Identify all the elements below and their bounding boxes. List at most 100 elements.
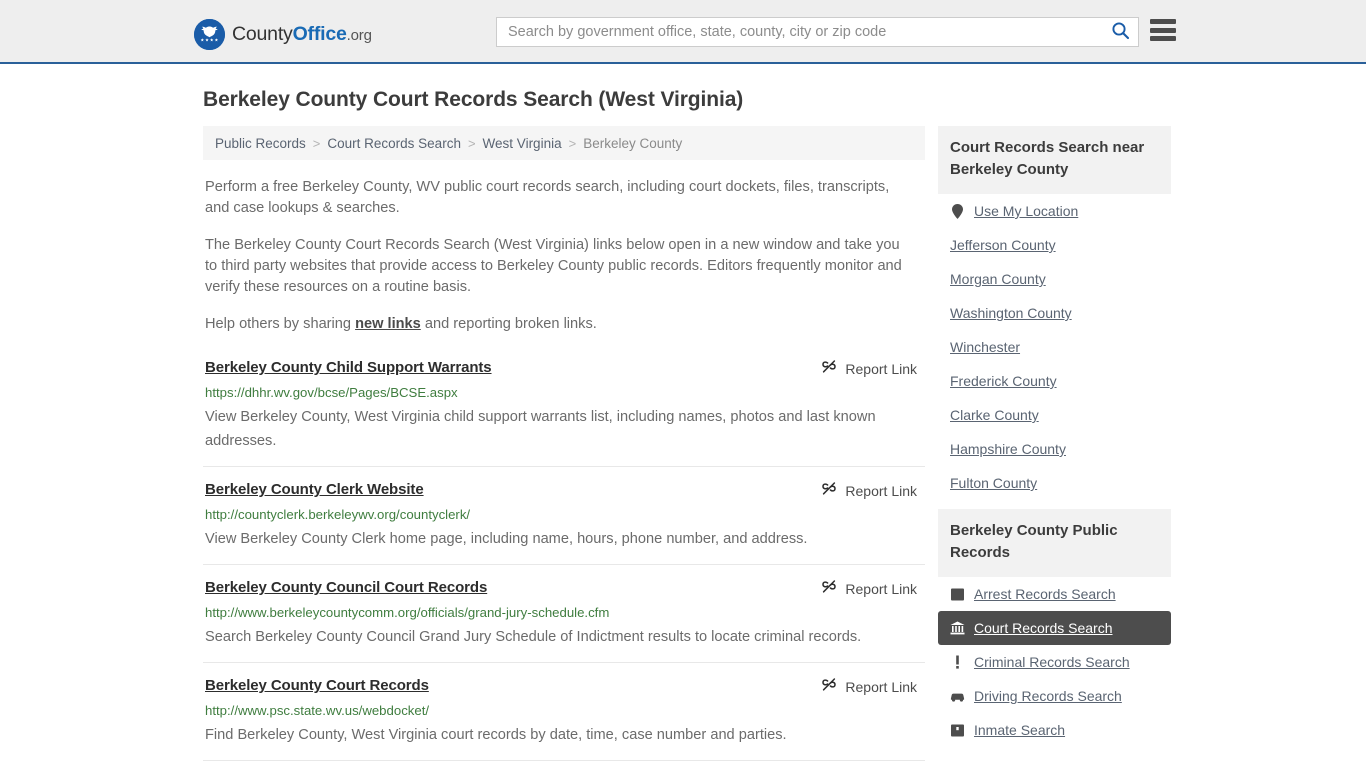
report-link-button[interactable]: Report Link: [821, 359, 917, 378]
intro-p3-after: and reporting broken links.: [420, 316, 597, 332]
breadcrumb-separator: >: [467, 135, 476, 151]
map-pin-icon: [950, 203, 965, 219]
fingerprint-square-icon: [950, 587, 965, 602]
breadcrumb-separator: >: [568, 135, 577, 151]
report-link-button[interactable]: Report Link: [821, 677, 917, 696]
hamburger-menu-icon[interactable]: [1150, 19, 1176, 41]
public-records-panel: Berkeley County Public Records Arrest Re…: [938, 509, 1171, 747]
broken-link-icon: [821, 677, 837, 696]
result-description: View Berkeley County Clerk home page, in…: [205, 531, 808, 547]
intro-text: Perform a free Berkeley County, WV publi…: [203, 177, 925, 335]
result-item: Berkeley County Child Support Warrants R…: [203, 358, 925, 467]
sidebar-item-criminal-records-search[interactable]: Criminal Records Search: [938, 645, 1171, 679]
list-item: Arrest Records Search: [938, 577, 1171, 611]
breadcrumb-item-berkeley-county: Berkeley County: [583, 135, 683, 151]
sidebar-item-clarke-county[interactable]: Clarke County: [938, 398, 1171, 432]
brand-wordmark: CountyOffice.org: [232, 23, 372, 46]
list-item: Washington County: [938, 296, 1171, 330]
report-link-label: Report Link: [845, 580, 917, 597]
search-button[interactable]: [1102, 18, 1138, 46]
sidebar-item-label: Driving Records Search: [974, 688, 1122, 704]
intro-paragraph-1: Perform a free Berkeley County, WV publi…: [205, 179, 890, 216]
breadcrumb-item-public-records[interactable]: Public Records: [215, 136, 306, 151]
sidebar-item-inmate-search[interactable]: Inmate Search: [938, 713, 1171, 747]
result-description: Find Berkeley County, West Virginia cour…: [205, 727, 787, 743]
sidebar-item-label: Hampshire County: [950, 441, 1066, 457]
list-item: Inmate Search: [938, 713, 1171, 747]
report-link-label: Report Link: [845, 482, 917, 499]
use-my-location-label: Use My Location: [974, 203, 1079, 219]
result-url[interactable]: https://dhhr.wv.gov/bcse/Pages/BCSE.aspx: [205, 385, 923, 401]
result-title-link[interactable]: Berkeley County Council Court Records: [205, 578, 487, 597]
brand-part-office: Office: [292, 23, 347, 45]
list-item: Driving Records Search: [938, 679, 1171, 713]
sidebar-item-court-records-search[interactable]: Court Records Search: [938, 611, 1171, 645]
sidebar-item-arrest-records-search[interactable]: Arrest Records Search: [938, 577, 1171, 611]
result-title-link[interactable]: Berkeley County Clerk Website: [205, 480, 424, 499]
list-item: Clarke County: [938, 398, 1171, 432]
sidebar-item-washington-county[interactable]: Washington County: [938, 296, 1171, 330]
intro-paragraph-2: The Berkeley County Court Records Search…: [205, 237, 902, 295]
sidebar-item-label: Inmate Search: [974, 722, 1066, 738]
sidebar-item-fulton-county[interactable]: Fulton County: [938, 466, 1171, 500]
result-description: Search Berkeley County Council Grand Jur…: [205, 629, 862, 645]
exclamation-icon: [950, 655, 965, 670]
courthouse-icon: [950, 621, 965, 636]
result-url[interactable]: http://countyclerk.berkeleywv.org/county…: [205, 507, 923, 523]
site-header: CountyOffice.org: [0, 0, 1366, 64]
broken-link-icon: [821, 359, 837, 378]
site-logo[interactable]: CountyOffice.org: [194, 19, 372, 50]
sidebar-item-label: Clarke County: [950, 407, 1039, 423]
breadcrumb-item-court-records-search[interactable]: Court Records Search: [327, 136, 461, 151]
inmate-icon: [950, 723, 965, 738]
sidebar-item-jefferson-county[interactable]: Jefferson County: [938, 228, 1171, 262]
list-item: Morgan County: [938, 262, 1171, 296]
broken-link-icon: [821, 481, 837, 500]
sidebar-item-label: Morgan County: [950, 271, 1046, 287]
result-description: View Berkeley County, West Virginia chil…: [205, 409, 876, 449]
report-link-button[interactable]: Report Link: [821, 579, 917, 598]
nearby-searches-panel: Court Records Search near Berkeley Count…: [938, 126, 1171, 500]
sidebar-item-driving-records-search[interactable]: Driving Records Search: [938, 679, 1171, 713]
sidebar-item-hampshire-county[interactable]: Hampshire County: [938, 432, 1171, 466]
list-item: Court Records Search: [938, 611, 1171, 645]
list-item: Hampshire County: [938, 432, 1171, 466]
main-content: Public Records > Court Records Search > …: [203, 126, 925, 768]
brand-part-county: County: [232, 23, 293, 45]
car-icon: [950, 689, 965, 704]
new-links-link[interactable]: new links: [355, 316, 421, 332]
result-title-link[interactable]: Berkeley County Child Support Warrants: [205, 358, 492, 377]
sidebar-item-label: Washington County: [950, 305, 1072, 321]
breadcrumb: Public Records > Court Records Search > …: [203, 126, 925, 160]
breadcrumb-item-west-virginia[interactable]: West Virginia: [483, 136, 562, 151]
eagle-stars-logo-icon: [194, 19, 225, 50]
sidebar: Court Records Search near Berkeley Count…: [938, 126, 1171, 756]
list-item: Frederick County: [938, 364, 1171, 398]
list-item: Winchester: [938, 330, 1171, 364]
result-item: Berkeley County Court Records Report Lin…: [203, 676, 925, 761]
sidebar-item-winchester[interactable]: Winchester: [938, 330, 1171, 364]
result-url[interactable]: http://www.psc.state.wv.us/webdocket/: [205, 703, 923, 719]
sidebar-item-frederick-county[interactable]: Frederick County: [938, 364, 1171, 398]
search-input[interactable]: [497, 18, 1102, 46]
list-item: Use My Location: [938, 194, 1171, 228]
sidebar-item-label: Winchester: [950, 339, 1021, 355]
public-records-heading: Berkeley County Public Records: [938, 509, 1171, 577]
list-item: Jefferson County: [938, 228, 1171, 262]
sidebar-item-morgan-county[interactable]: Morgan County: [938, 262, 1171, 296]
intro-p3-before: Help others by sharing: [205, 316, 356, 332]
sidebar-item-label: Arrest Records Search: [974, 586, 1116, 602]
sidebar-item-label: Court Records Search: [974, 620, 1113, 636]
sidebar-item-label: Frederick County: [950, 373, 1057, 389]
page-title: Berkeley County Court Records Search (We…: [203, 88, 744, 111]
public-records-list: Arrest Records Search Court Records Sear…: [938, 577, 1171, 747]
report-link-button[interactable]: Report Link: [821, 481, 917, 500]
search-icon: [1111, 21, 1130, 43]
list-item: Fulton County: [938, 466, 1171, 500]
result-title-link[interactable]: Berkeley County Court Records: [205, 676, 429, 695]
breadcrumb-separator: >: [312, 135, 321, 151]
result-url[interactable]: http://www.berkeleycountycomm.org/offici…: [205, 605, 923, 621]
use-my-location-link[interactable]: Use My Location: [938, 194, 1171, 228]
report-link-label: Report Link: [845, 678, 917, 695]
intro-paragraph-3: Help others by sharing new links and rep…: [205, 314, 905, 335]
